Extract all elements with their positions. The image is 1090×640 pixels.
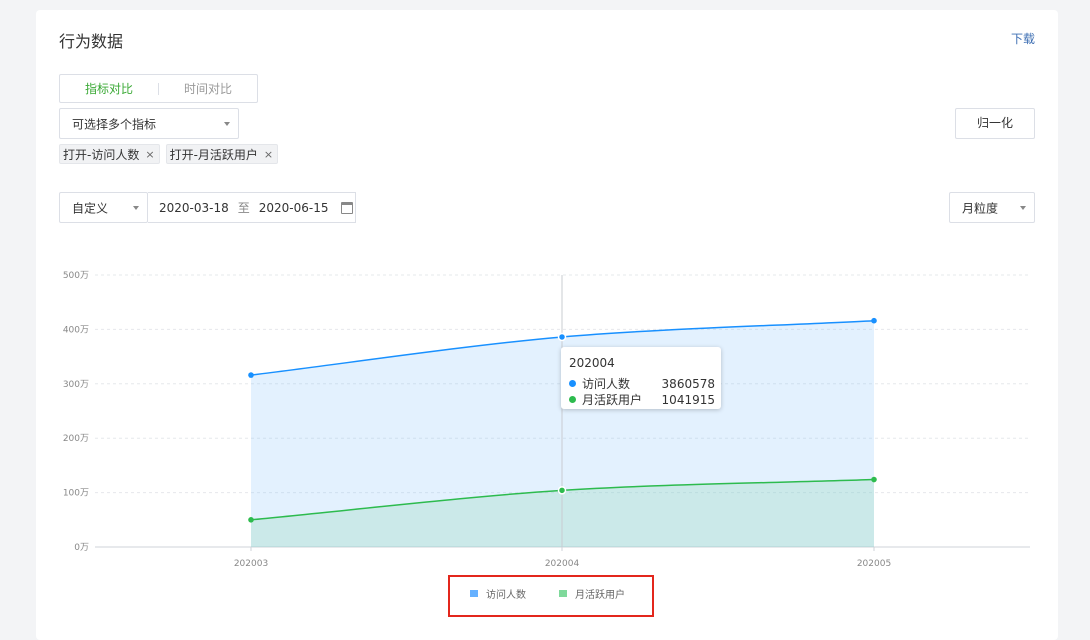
y-tick-label: 400万 (63, 325, 89, 335)
tooltip-series-value: 1041915 (661, 392, 715, 407)
y-tick-label: 500万 (63, 271, 89, 281)
tooltip-series-value: 3860578 (661, 376, 715, 391)
data-point (248, 517, 254, 523)
legend-swatch (470, 590, 478, 597)
legend-label: 访问人数 (486, 590, 526, 601)
tooltip-title: 202004 (569, 356, 615, 370)
data-point (557, 486, 567, 495)
data-point (871, 317, 877, 324)
data-point (871, 476, 877, 483)
behavior-line-chart[interactable]: 0万100万200万300万400万500万 202003 202004 20200… (36, 10, 1058, 590)
y-tick-label: 0万 (74, 543, 89, 553)
y-tick-label: 300万 (63, 380, 89, 390)
legend-swatch (559, 590, 567, 597)
tooltip-series-name: 月活跃用户 (582, 393, 643, 407)
tooltip-series-name: 访问人数 (582, 377, 631, 391)
chart-legend: 访问人数 月活跃用户 (470, 586, 625, 601)
tooltip-row: 访问人数 3860578 (569, 375, 715, 392)
legend-item-mau[interactable]: 月活跃用户 (559, 586, 625, 601)
tooltip-row: 月活跃用户 1041915 (569, 391, 715, 408)
y-tick-label: 200万 (63, 434, 89, 444)
y-tick-label: 100万 (63, 489, 89, 499)
chart-tooltip: 202004 访问人数 3860578 月活跃用户 1041915 (561, 347, 721, 409)
data-point (248, 372, 254, 378)
data-point (557, 332, 567, 342)
legend-label: 月活跃用户 (575, 590, 625, 601)
x-tick-label: 202003 (234, 559, 268, 569)
x-tick-label: 202005 (857, 559, 891, 569)
x-tick-label: 202004 (545, 559, 580, 569)
legend-item-visitors[interactable]: 访问人数 (470, 586, 526, 601)
series-dot (569, 396, 576, 403)
series-dot (569, 380, 576, 387)
behavior-data-panel: 行为数据 下载 指标对比 时间对比 可选择多个指标 归一化 打开-访问人数 × … (36, 10, 1058, 640)
